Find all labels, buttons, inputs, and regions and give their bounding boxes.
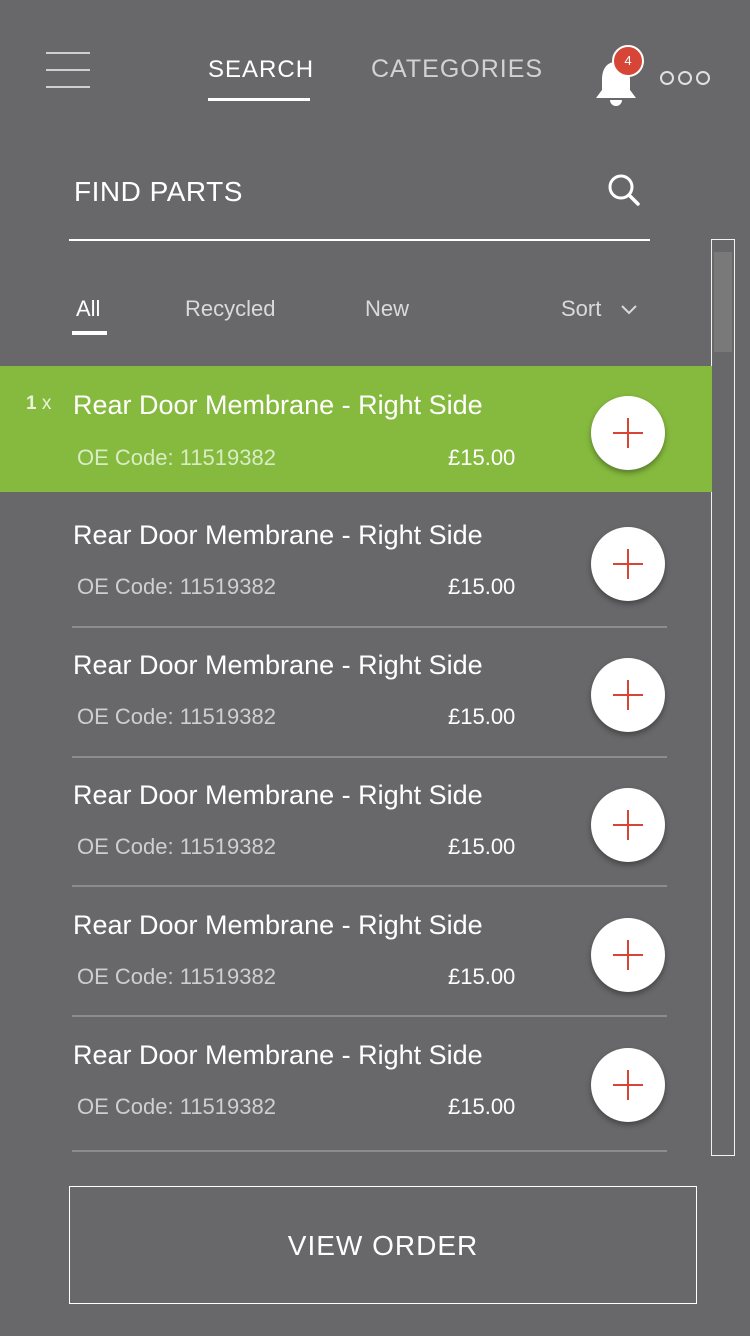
plus-icon — [613, 810, 643, 840]
item-title: Rear Door Membrane - Right Side — [73, 780, 483, 810]
list-item[interactable]: Rear Door Membrane - Right Side OE Code:… — [0, 626, 712, 756]
scrollbar-track[interactable] — [711, 239, 735, 1156]
add-to-order-button[interactable] — [591, 788, 665, 862]
plus-icon — [613, 1070, 643, 1100]
list-item[interactable]: Rear Door Membrane - Right Side OE Code:… — [0, 886, 712, 1016]
plus-icon — [613, 680, 643, 710]
list-item[interactable]: Rear Door Membrane - Right Side OE Code:… — [0, 756, 712, 886]
item-title: Rear Door Membrane - Right Side — [73, 520, 483, 550]
item-price: £15.00 — [448, 834, 516, 859]
item-oe-code: OE Code: 11519382 — [77, 834, 276, 859]
filter-new[interactable]: New — [365, 296, 409, 322]
list-item[interactable]: 1 x Rear Door Membrane - Right Side OE C… — [0, 366, 712, 492]
item-title: Rear Door Membrane - Right Side — [73, 650, 483, 680]
add-to-order-button[interactable] — [591, 527, 665, 601]
tab-categories[interactable]: CATEGORIES — [371, 55, 543, 84]
sort-dropdown[interactable]: Sort — [561, 296, 601, 322]
plus-icon — [613, 549, 643, 579]
item-oe-code: OE Code: 11519382 — [77, 1094, 276, 1119]
item-title: Rear Door Membrane - Right Side — [73, 1040, 483, 1070]
add-to-order-button[interactable] — [591, 1048, 665, 1122]
list-item[interactable]: Rear Door Membrane - Right Side OE Code:… — [0, 1016, 712, 1146]
find-parts-input[interactable] — [74, 170, 574, 214]
item-price: £15.00 — [448, 574, 516, 599]
list-divider — [72, 1150, 667, 1152]
search-underline — [69, 239, 650, 241]
item-price: £15.00 — [448, 1094, 516, 1119]
item-title: Rear Door Membrane - Right Side — [73, 910, 483, 940]
item-price: £15.00 — [448, 704, 516, 729]
tab-search-active-indicator — [208, 98, 310, 101]
filter-recycled[interactable]: Recycled — [185, 296, 275, 322]
more-dots-icon[interactable] — [660, 71, 710, 85]
item-price: £15.00 — [448, 445, 516, 470]
view-order-button[interactable]: VIEW ORDER — [69, 1186, 697, 1304]
add-to-order-button[interactable] — [591, 918, 665, 992]
tab-search[interactable]: SEARCH — [208, 56, 314, 84]
filter-all[interactable]: All — [76, 296, 100, 322]
notification-badge: 4 — [612, 45, 644, 77]
chevron-down-icon[interactable] — [620, 302, 638, 316]
filter-active-indicator — [72, 331, 107, 335]
scrollbar-thumb[interactable] — [714, 252, 732, 352]
item-oe-code: OE Code: 11519382 — [77, 964, 276, 989]
add-to-order-button[interactable] — [591, 396, 665, 470]
item-title: Rear Door Membrane - Right Side — [73, 390, 483, 420]
add-to-order-button[interactable] — [591, 658, 665, 732]
list-item[interactable]: Rear Door Membrane - Right Side OE Code:… — [0, 496, 712, 626]
search-icon[interactable] — [604, 170, 644, 210]
item-quantity: 1 x — [26, 393, 52, 414]
item-oe-code: OE Code: 11519382 — [77, 704, 276, 729]
item-oe-code: OE Code: 11519382 — [77, 445, 276, 470]
hamburger-menu-icon[interactable] — [46, 52, 90, 88]
item-price: £15.00 — [448, 964, 516, 989]
plus-icon — [613, 940, 643, 970]
item-oe-code: OE Code: 11519382 — [77, 574, 276, 599]
plus-icon — [613, 418, 643, 448]
